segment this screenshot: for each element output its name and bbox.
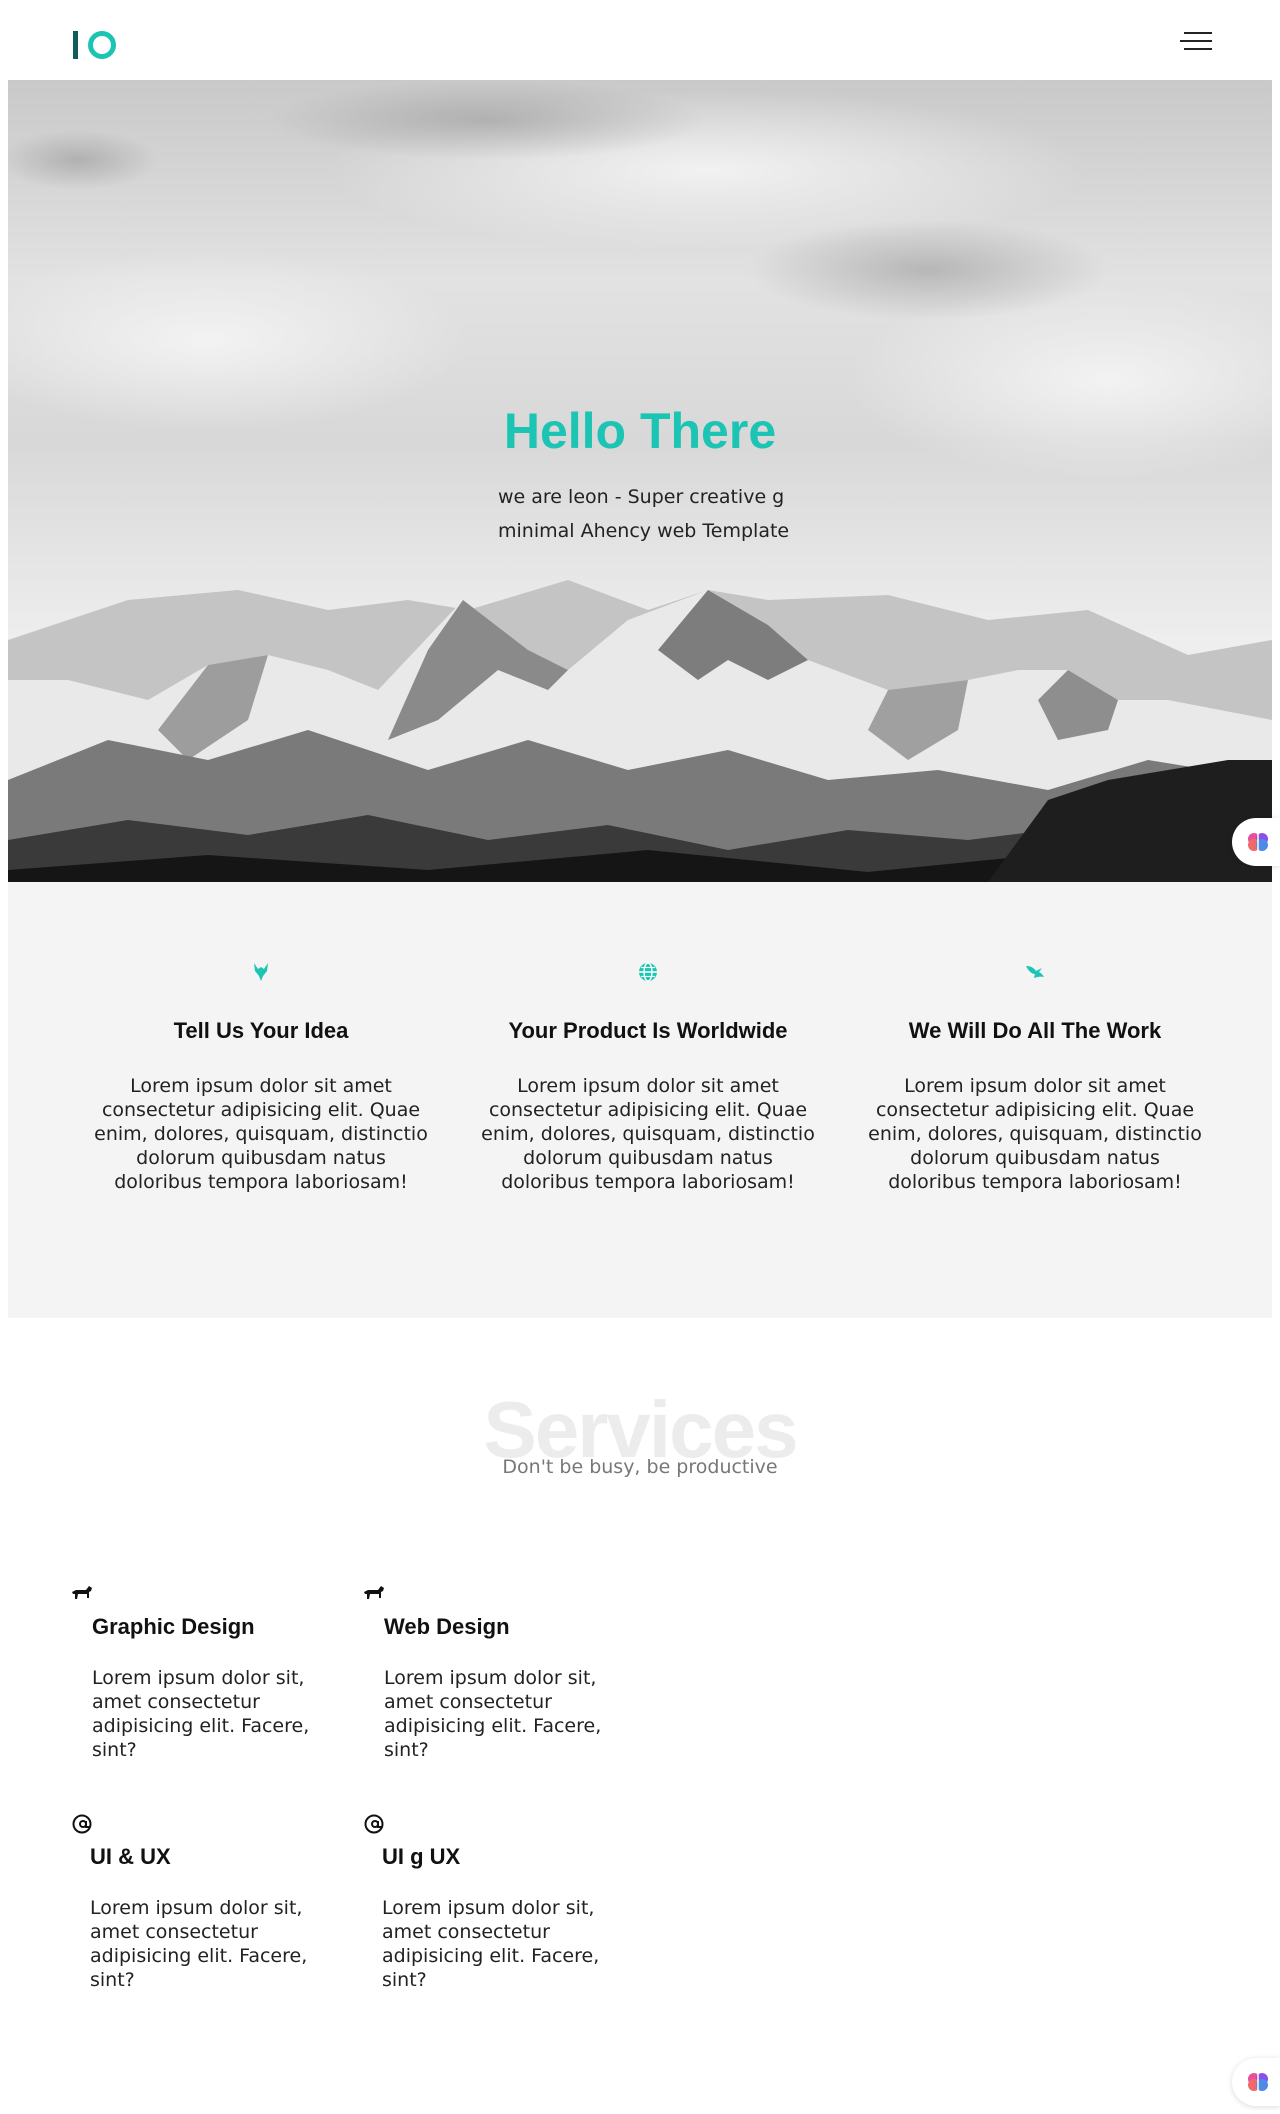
horse-icon: [72, 1586, 92, 1599]
bird-icon: [1026, 966, 1044, 978]
service-text: Lorem ipsum dolor sit, amet consectetur …: [382, 1897, 600, 1991]
service-title: UI & UX: [90, 1844, 171, 1869]
service-title: Graphic Design: [92, 1614, 255, 1639]
service-graphic-design: Graphic Design Lorem ipsum dolor sit, am…: [70, 1582, 310, 1762]
service-text: Lorem ipsum dolor sit, amet consectetur …: [384, 1667, 602, 1761]
logo-bar: [73, 30, 78, 59]
feature-text: Lorem ipsum dolor sit amet consectetur a…: [481, 1075, 815, 1193]
service-title: Web Design: [384, 1614, 510, 1639]
hero-section: Hello There we are leon - Super creative…: [8, 80, 1272, 882]
feature-title: We Will Do All The Work: [908, 1018, 1162, 1043]
feature-text: Lorem ipsum dolor sit amet consectetur a…: [94, 1075, 428, 1193]
services-header: Services Don't be busy, be productive: [0, 1380, 1280, 1480]
service-ui-g-ux: UI g UX Lorem ipsum dolor sit, amet cons…: [362, 1812, 602, 1992]
feature-tell-us-your-idea: Tell Us Your Idea Lorem ipsum dolor sit …: [91, 960, 431, 1194]
services-subheading: Don't be busy, be productive: [502, 1456, 778, 1478]
service-web-design: Web Design Lorem ipsum dolor sit, amet c…: [362, 1582, 602, 1762]
logo[interactable]: [73, 30, 116, 59]
logo-ring: [88, 30, 116, 59]
hero-title: Hello There: [503, 403, 777, 459]
brain-icon: [1248, 833, 1268, 851]
feature-we-will-do-all-the-work: We Will Do All The Work Lorem ipsum dolo…: [865, 960, 1205, 1194]
feature-your-product-is-worldwide: Your Product Is Worldwide Lorem ipsum do…: [478, 960, 818, 1194]
hamburger-menu-icon[interactable]: [1180, 30, 1212, 52]
wolf-icon: [254, 963, 268, 981]
site-header: [0, 0, 1280, 80]
service-title: UI g UX: [382, 1844, 461, 1869]
features-section: Tell Us Your Idea Lorem ipsum dolor sit …: [8, 882, 1272, 1318]
horse-icon: [364, 1586, 384, 1599]
feature-title: Your Product Is Worldwide: [508, 1018, 788, 1043]
feature-text: Lorem ipsum dolor sit amet consectetur a…: [868, 1075, 1202, 1193]
feature-title: Tell Us Your Idea: [173, 1018, 349, 1043]
brain-widget-button[interactable]: [1232, 818, 1280, 866]
globe-icon: [639, 962, 657, 982]
service-text: Lorem ipsum dolor sit, amet consectetur …: [92, 1667, 310, 1761]
hero-subtitle: we are leon - Super creative g minimal A…: [498, 486, 790, 542]
at-sign-icon: [364, 1814, 384, 1834]
service-ui-ux: UI & UX Lorem ipsum dolor sit, amet cons…: [70, 1812, 310, 1992]
brain-widget-button[interactable]: [1232, 2058, 1280, 2106]
brain-icon: [1248, 2073, 1268, 2091]
at-sign-icon: [72, 1814, 92, 1834]
service-text: Lorem ipsum dolor sit, amet consectetur …: [90, 1897, 308, 1991]
